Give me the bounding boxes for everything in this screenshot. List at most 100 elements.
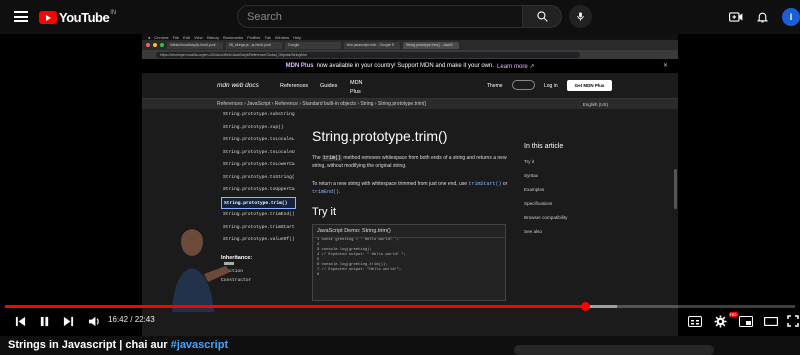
pause-icon [40, 316, 48, 326]
description-text: method removes whitespace from both ends… [312, 155, 507, 169]
banner-plus-label: MDN Plus [285, 63, 314, 69]
fullscreen-button[interactable] [786, 313, 800, 329]
nav-mdn-plus: MDN Plus [350, 80, 363, 95]
theme-toggle: Theme [487, 83, 503, 89]
browser-tab-active: String.prototype.trim() - JavaS [403, 41, 459, 49]
apple-icon: ● [148, 34, 151, 40]
menu-item: Edit [183, 34, 191, 40]
theater-mode-button[interactable] [762, 313, 780, 329]
page-scrollbar [674, 169, 677, 209]
browser-tab: Google [285, 41, 341, 49]
voice-search-button[interactable] [569, 5, 592, 28]
toc-item: Specifications [524, 201, 553, 206]
time-display: 16:42 / 22:43 [108, 315, 155, 324]
next-icon [63, 316, 73, 326]
gear-icon [714, 315, 726, 327]
youtube-header: YouTube IN I [0, 0, 800, 34]
avatar[interactable]: I [782, 8, 800, 26]
video-player[interactable]: ● Chrome File Edit View History Bookmark… [0, 34, 800, 336]
volume-button[interactable] [85, 313, 103, 329]
try-it-heading: Try it [312, 206, 337, 218]
fullscreen-icon [787, 315, 799, 327]
menu-item: Bookmarks [223, 34, 244, 40]
microphone-icon [577, 12, 584, 21]
sidebar-item: String.prototype.toLocaleU [223, 149, 295, 155]
settings-button[interactable] [711, 313, 729, 329]
page-title: String.prototype.trim() [312, 128, 448, 144]
mdn-plus-banner: MDN Plus now available in your country! … [142, 59, 678, 73]
video-title: Strings in Javascript | chai aur #javasc… [8, 339, 228, 351]
progress-bar[interactable] [5, 302, 795, 311]
close-window-dot [146, 43, 150, 47]
browser-tab-bar: hiteshchoudhary/js-hindi-yout 08_strings… [142, 40, 678, 50]
previous-button[interactable] [12, 313, 28, 329]
banner-text: now available in your country! Support M… [316, 63, 495, 69]
menu-item: Window [274, 34, 290, 40]
description-2: To return a new string with whitespace t… [312, 181, 508, 195]
search-input[interactable] [238, 6, 516, 27]
mdn-logo: mdn web docs [217, 82, 259, 89]
menu-item: View [194, 34, 203, 40]
browser-tab: trim javascript mdn - Google S [344, 41, 400, 49]
menu-item: Tab [264, 34, 271, 40]
maximize-window-dot [160, 43, 164, 47]
menu-icon[interactable] [14, 11, 28, 22]
search-button[interactable] [522, 5, 562, 28]
video-title-text: Strings in Javascript | chai aur [8, 339, 171, 351]
menu-item: Help [293, 34, 302, 40]
subtitles-icon [688, 315, 702, 327]
mdn-main: String.prototype.trim() The trim() metho… [312, 109, 512, 301]
volume-icon [88, 316, 99, 326]
menu-item: History [206, 34, 220, 40]
progress-played [5, 305, 586, 308]
language-selector: English (US) [582, 101, 608, 107]
sidebar-item: String.prototype.substring [223, 112, 295, 117]
browser-tab: 08_strings.js - js-hindi-yout [226, 41, 282, 49]
browser-url-bar: https://developer.mozilla.org/en-US/docs… [142, 50, 678, 59]
subtitles-button[interactable] [686, 313, 704, 329]
youtube-play-icon [39, 11, 57, 24]
url-text: https://developer.mozilla.org/en-US/docs… [156, 51, 580, 58]
sidebar-item: String.prototype.toLocaleL [223, 137, 295, 142]
notifications-button[interactable] [754, 9, 770, 25]
browser-tab: hiteshchoudhary/js-hindi-yout [167, 41, 223, 49]
description: The trim() method removes whitespace fro… [312, 155, 507, 169]
toc-item: Try it [524, 159, 535, 164]
banner-learn-more: Learn more ↗ [497, 63, 535, 70]
breadcrumb-text: References › JavaScript › Reference › St… [217, 101, 427, 107]
trimend-link: trimEnd() [312, 189, 340, 195]
search-box [237, 5, 523, 28]
menu-item: Profiles [247, 34, 261, 40]
hashtag-link[interactable]: #javascript [171, 339, 228, 351]
create-video-icon [729, 12, 743, 22]
sidebar-item: String.prototype.sup() [223, 124, 284, 130]
code-line: 8 [317, 273, 320, 277]
miniplayer-button[interactable] [737, 313, 755, 329]
pause-button[interactable] [36, 313, 52, 329]
breadcrumb: References › JavaScript › Reference › St… [142, 99, 678, 109]
mdn-nav: mdn web docs References Guides MDN Plus … [142, 73, 678, 99]
next-button[interactable] [60, 313, 76, 329]
sidebar-item-active: String.prototype.trim() [221, 196, 296, 209]
youtube-logo[interactable]: YouTube IN [39, 10, 116, 25]
menu-item: Chrome [154, 34, 169, 40]
interactive-demo: JavaScript Demo: String.trim() 1 const g… [312, 224, 506, 301]
table-of-contents: In this article Try it Syntax Examples S… [524, 143, 624, 234]
mdn-search-field [512, 80, 535, 90]
nav-guides: Guides [320, 83, 338, 89]
bell-icon [756, 12, 768, 23]
toc-item: Browser compatibility [524, 215, 568, 220]
country-code: IN [110, 9, 117, 16]
suggestion-chip[interactable] [514, 345, 714, 355]
toc-item: Syntax [524, 173, 539, 178]
sidebar-item: String.prototype.toString( [223, 174, 295, 180]
miniplayer-icon [739, 315, 753, 327]
presenter-image [172, 227, 234, 312]
create-button[interactable] [728, 9, 744, 25]
menu-item: File [172, 34, 180, 40]
inline-code: trim() [322, 155, 343, 161]
toc-item: See also [524, 229, 542, 234]
search-icon [536, 11, 548, 22]
login-link: Log in [544, 83, 558, 89]
demo-title: JavaScript Demo: String.trim() [313, 225, 505, 238]
